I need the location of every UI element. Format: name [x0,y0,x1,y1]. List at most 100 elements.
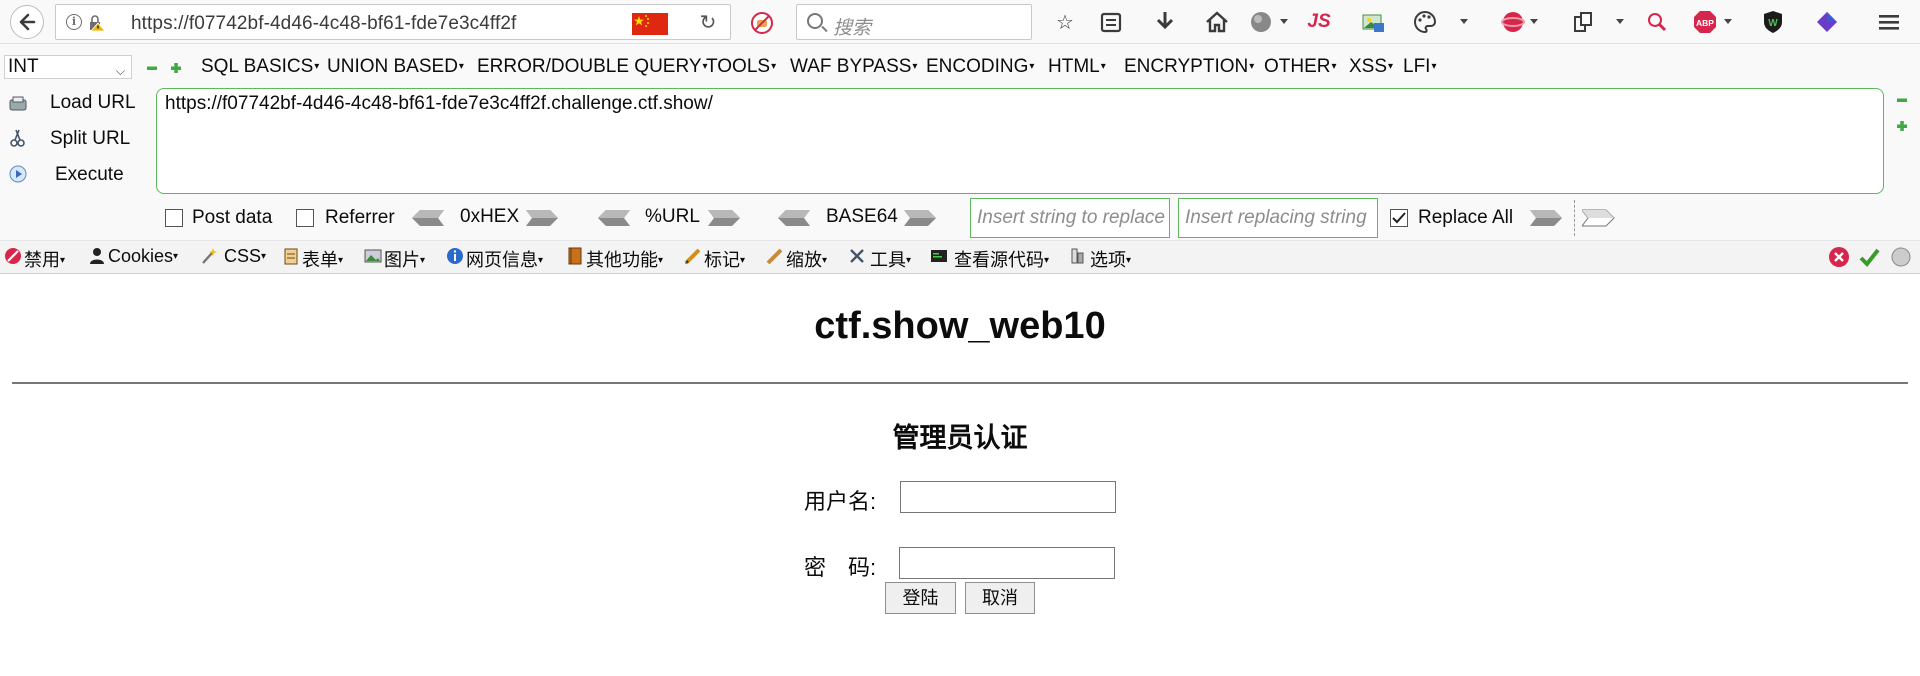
cookie-icon [90,248,104,264]
menu-outline[interactable]: 标记▾ [704,246,745,272]
menu-label: 图片 [384,250,420,270]
menu-tools[interactable]: TOOLS▾ [706,56,776,78]
replace-all-checkbox[interactable] [1390,209,1408,227]
type-select-value: INT [8,56,39,77]
menu-images[interactable]: 图片▾ [384,246,425,272]
arrow-right-icon[interactable] [526,208,560,228]
shield-icon[interactable]: W [1760,9,1786,35]
arrow-right-outline-icon[interactable] [1582,208,1616,228]
search-box[interactable]: 搜索 [796,4,1032,40]
globe-icon[interactable] [1248,9,1274,35]
image-icon[interactable] [1360,9,1386,35]
scissors-icon [10,129,25,147]
url-text[interactable]: https://f07742bf-4d46-4c48-bf61-fde7e3c4… [131,13,651,35]
menu-encryption[interactable]: ENCRYPTION▾ [1124,56,1254,78]
menu-resize[interactable]: 缩放▾ [786,246,827,272]
star-icon[interactable]: ☆ [1052,9,1078,35]
split-url-button[interactable]: Split URL [50,128,130,150]
menu-label: OTHER [1264,56,1331,77]
load-url-button[interactable]: Load URL [50,92,136,114]
url-bar[interactable]: i https://f07742bf-4d46-4c48-bf61-fde7e3… [55,4,731,40]
password-label: 密 码: [804,555,877,580]
status-circle-icon[interactable] [1890,246,1912,268]
menu-label: 选项 [1090,250,1126,270]
cancel-button[interactable]: 取消 [965,582,1035,614]
replace-all-label: Replace All [1418,207,1514,228]
menu-forms[interactable]: 表单▾ [302,246,343,272]
chevron-down-icon[interactable] [1280,19,1288,24]
post-data-checkbox[interactable] [165,209,183,227]
menu-tools-cn[interactable]: 工具▾ [870,246,911,272]
chevron-down-icon[interactable] [1530,19,1538,24]
username-input[interactable] [900,481,1116,513]
flame-icon[interactable] [1500,9,1526,35]
url-textarea[interactable]: https://f07742bf-4d46-4c48-bf61-fde7e3c4… [156,88,1884,194]
menu-label: LFI [1403,56,1431,77]
menu-css[interactable]: CSS▾ [224,246,266,267]
execute-button[interactable]: Execute [55,164,124,186]
menu-waf-bypass[interactable]: WAF BYPASS▾ [790,56,917,78]
page-subtitle: 管理员认证 [892,423,1028,453]
menu-view-source[interactable]: 查看源代码▾ [954,246,1049,272]
menu-union-based[interactable]: UNION BASED▾ [327,56,464,78]
cube-icon[interactable] [1814,9,1840,35]
menu-label: HTML [1048,56,1100,77]
screenshot-icon[interactable] [1570,9,1596,35]
js-icon[interactable]: JS [1306,9,1332,35]
menu-encoding[interactable]: ENCODING▾ [926,56,1034,78]
home-icon[interactable] [1204,9,1230,35]
menu-cookies[interactable]: Cookies▾ [108,246,178,267]
minus-icon[interactable] [146,62,158,74]
hex-label: 0xHEX [460,206,520,227]
password-input[interactable] [899,547,1115,579]
menu-label: 禁用 [24,250,60,270]
arrow-left-icon[interactable] [410,208,444,228]
menu-page-info[interactable]: 网页信息▾ [466,246,543,272]
palette-icon[interactable] [1412,9,1438,35]
replacing-string-input[interactable]: Insert replacing string [1178,198,1378,238]
blocked-icon[interactable] [750,11,774,35]
wand-icon [202,248,217,264]
chevron-down-icon: ⌵ [115,64,125,78]
chevron-down-icon[interactable] [1460,19,1468,24]
arrow-right-icon[interactable] [708,208,742,228]
arrow-right-icon[interactable] [1530,208,1564,228]
check-icon[interactable] [1858,246,1880,268]
error-icon[interactable] [1828,246,1850,268]
tools-icon [850,249,864,263]
menu-lfi[interactable]: LFI▾ [1403,56,1436,78]
magnify-icon[interactable] [1644,9,1670,35]
clipboard-icon[interactable] [1098,9,1124,35]
adblock-icon[interactable]: ABP [1692,9,1718,35]
svg-text:ABP: ABP [1696,18,1714,28]
arrow-left-icon[interactable] [596,208,630,228]
insert-string-input[interactable]: Insert string to replace [970,198,1170,238]
menu-options[interactable]: 选项▾ [1090,246,1131,272]
chevron-down-icon[interactable] [1724,19,1732,24]
referrer-checkbox[interactable] [296,209,314,227]
reload-icon[interactable]: ↻ [696,11,720,35]
plus-icon[interactable] [1896,120,1908,132]
menu-icon[interactable] [1876,9,1902,35]
minus-icon[interactable] [1896,94,1908,106]
menu-label: 工具 [870,250,906,270]
insecure-lock-icon[interactable] [88,14,106,32]
menu-disable[interactable]: 禁用▾ [24,246,65,272]
download-icon[interactable] [1152,9,1178,35]
info-icon[interactable]: i [66,14,82,30]
menu-other[interactable]: OTHER▾ [1264,56,1337,78]
type-select[interactable]: INT ⌵ [4,55,132,79]
menu-sql-basics[interactable]: SQL BASICS▾ [201,56,319,78]
back-arrow-icon [19,13,36,31]
login-button[interactable]: 登陆 [885,582,956,614]
menu-xss[interactable]: XSS▾ [1349,56,1393,78]
back-button[interactable] [10,5,44,39]
chevron-down-icon[interactable] [1616,19,1624,24]
plus-icon[interactable] [170,62,182,74]
arrow-left-icon[interactable] [776,208,810,228]
menu-html[interactable]: HTML▾ [1048,56,1106,78]
arrow-right-icon[interactable] [904,208,938,228]
menu-misc[interactable]: 其他功能▾ [586,246,663,272]
menu-error-double-query[interactable]: ERROR/DOUBLE QUERY▾ [477,56,708,78]
divider [1574,200,1575,236]
